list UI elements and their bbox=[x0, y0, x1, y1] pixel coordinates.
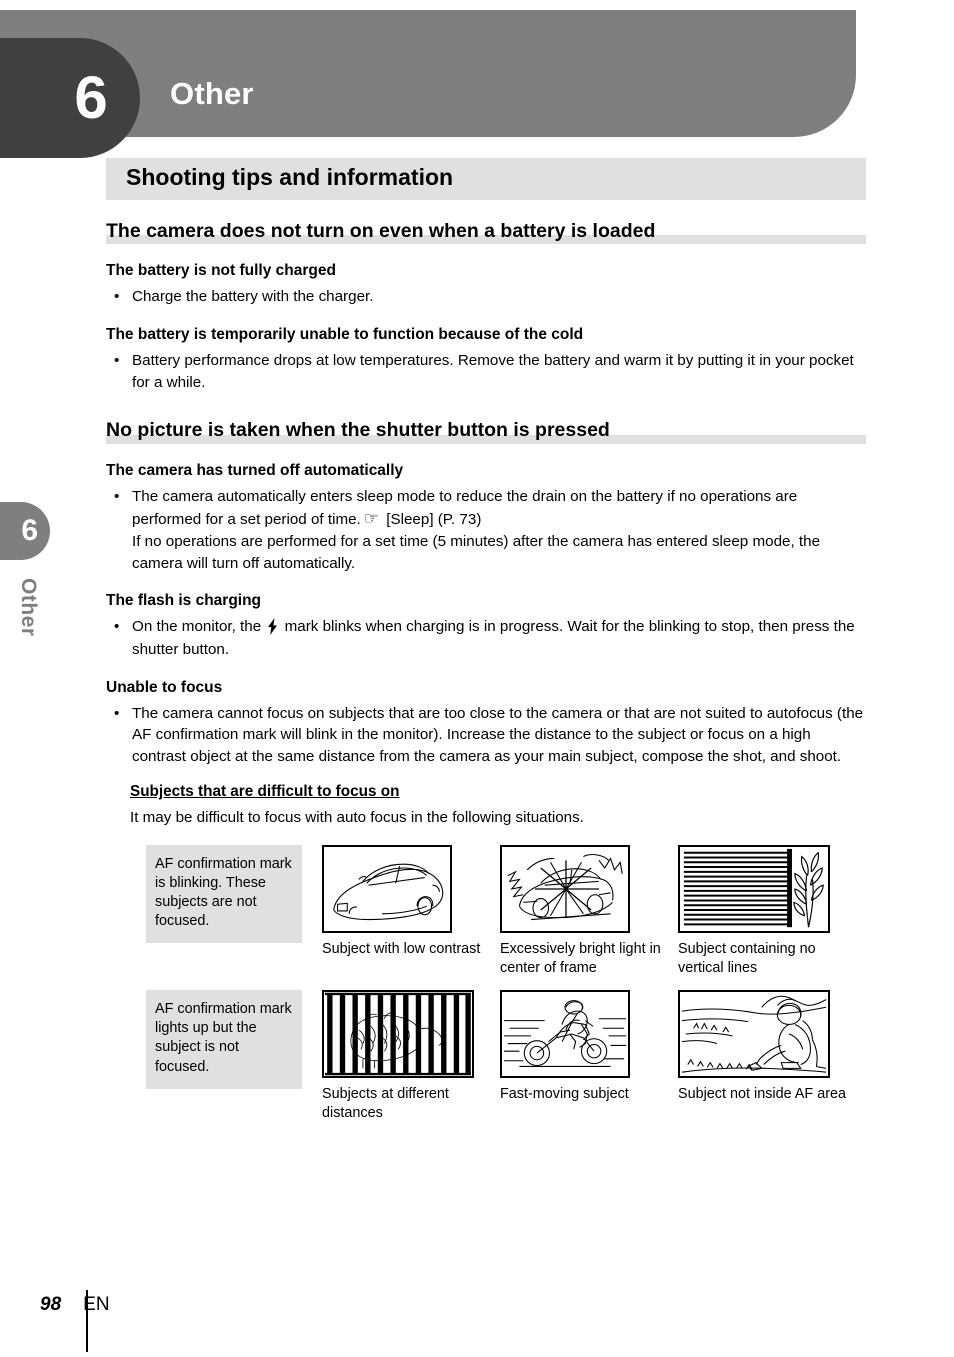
motorcycle-rider-illustration bbox=[500, 990, 630, 1079]
chapter-title: Other bbox=[170, 76, 254, 111]
person-in-landscape-illustration bbox=[678, 990, 830, 1079]
bullet-item: • The camera automatically enters sleep … bbox=[114, 486, 866, 575]
af-note-lights-up: AF confirmation mark lights up but the s… bbox=[146, 990, 302, 1089]
figure-caption: Subject containing no vertical lines bbox=[678, 940, 816, 976]
topic-heading-2: No picture is taken when the shutter but… bbox=[106, 419, 610, 442]
chapter-number: 6 bbox=[74, 64, 108, 131]
side-tab-label: Other bbox=[17, 578, 40, 637]
topic-heading-2-wrap: No picture is taken when the shutter but… bbox=[106, 419, 866, 444]
subheading-turned-off-auto: The camera has turned off automatically bbox=[106, 461, 404, 479]
flash-bolt-icon bbox=[265, 618, 280, 636]
bullet-text-post: If no operations are performed for a set… bbox=[132, 533, 821, 572]
figure-cell: Subjects at different distances bbox=[322, 990, 500, 1123]
subheading-battery-not-charged: The battery is not fully charged bbox=[106, 262, 336, 280]
figure-caption: Excessively bright light in center of fr… bbox=[500, 940, 661, 976]
figure-grid: AF confirmation mark is blinking. These … bbox=[146, 844, 866, 1124]
bullet-dot: • bbox=[114, 487, 120, 505]
bullet-item: • Battery performance drops at low tempe… bbox=[114, 350, 866, 393]
footer-divider bbox=[86, 1290, 88, 1352]
bullet-text-pre: On the monitor, the bbox=[132, 618, 262, 636]
bullet-text: On the monitor, the mark blinks when cha… bbox=[132, 616, 866, 660]
car-low-contrast-illustration bbox=[322, 844, 452, 933]
bright-light-car-illustration bbox=[500, 844, 630, 933]
subsection-intro: It may be difficult to focus with auto f… bbox=[130, 809, 584, 827]
section-title: Shooting tips and information bbox=[126, 164, 454, 190]
bullet-text: The camera automatically enters sleep mo… bbox=[132, 486, 866, 575]
page-number: 98 bbox=[40, 1294, 62, 1315]
figure-row: AF confirmation mark is blinking. These … bbox=[146, 844, 866, 978]
pointing-hand-icon: ☞ bbox=[363, 509, 380, 529]
side-tab-chapter: 6 bbox=[0, 502, 50, 560]
topic-heading-1-wrap: The camera does not turn on even when a … bbox=[106, 220, 866, 245]
animal-behind-bars-illustration bbox=[322, 990, 474, 1079]
figure-cell: Fast-moving subject bbox=[500, 990, 678, 1104]
bullet-text: Charge the battery with the charger. bbox=[132, 288, 374, 306]
page-footer: 98 EN bbox=[40, 1290, 110, 1352]
side-tab-number: 6 bbox=[21, 514, 38, 547]
manual-page: 6 Other Shooting tips and information 6 … bbox=[0, 0, 954, 1357]
figure-cell: Subject containing no vertical lines bbox=[678, 844, 856, 978]
subsection-heading: Subjects that are difficult to focus on bbox=[130, 783, 400, 801]
bullet-text: The camera cannot focus on subjects that… bbox=[132, 704, 864, 765]
bullet-dot: • bbox=[114, 352, 120, 369]
bullet-reference: [Sleep] (P. 73) bbox=[386, 511, 482, 529]
subheading-flash-charging: The flash is charging bbox=[106, 592, 262, 610]
figure-cell: Subject with low contrast bbox=[322, 844, 500, 959]
figure-cell: Excessively bright light in center of fr… bbox=[500, 844, 678, 978]
figure-caption: Fast-moving subject bbox=[500, 1086, 629, 1103]
bullet-dot: • bbox=[114, 288, 120, 306]
figure-caption: Subjects at different distances bbox=[322, 1086, 449, 1122]
af-note-blinking: AF confirmation mark is blinking. These … bbox=[146, 844, 302, 944]
difficult-subjects-block: Subjects that are difficult to focus on … bbox=[130, 783, 866, 1123]
figure-row: AF confirmation mark lights up but the s… bbox=[146, 990, 866, 1123]
page-content: The camera does not turn on even when a … bbox=[106, 220, 866, 1133]
bullet-dot: • bbox=[114, 704, 120, 722]
subheading-battery-cold: The battery is temporarily unable to fun… bbox=[106, 326, 584, 343]
bullet-item: • On the monitor, the mark blinks when c… bbox=[114, 616, 866, 660]
horizontal-blinds-plant-illustration bbox=[678, 844, 830, 933]
figure-caption: Subject with low contrast bbox=[322, 940, 481, 957]
bullet-dot: • bbox=[114, 618, 120, 636]
bullet-text: Battery performance drops at low tempera… bbox=[132, 352, 854, 391]
topic-heading-1: The camera does not turn on even when a … bbox=[106, 220, 656, 242]
subheading-unable-to-focus: Unable to focus bbox=[106, 678, 223, 696]
bullet-item: • The camera cannot focus on subjects th… bbox=[114, 703, 866, 768]
figure-cell: Subject not inside AF area bbox=[678, 990, 856, 1104]
figure-caption: Subject not inside AF area bbox=[678, 1086, 846, 1103]
bullet-item: • Charge the battery with the charger. bbox=[114, 286, 866, 308]
